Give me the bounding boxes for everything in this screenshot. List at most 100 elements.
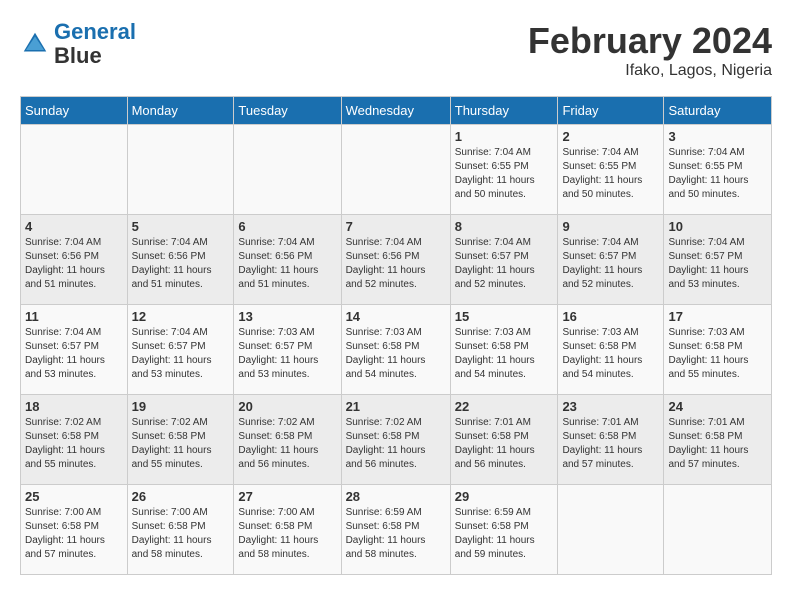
calendar-cell: 1 Sunrise: 7:04 AMSunset: 6:55 PMDaylight… xyxy=(450,125,558,215)
day-number: 1 xyxy=(455,129,554,144)
calendar-cell xyxy=(664,485,772,575)
day-number: 25 xyxy=(25,489,123,504)
day-number: 27 xyxy=(238,489,336,504)
day-info: Sunrise: 7:02 AMSunset: 6:58 PMDaylight:… xyxy=(132,416,230,472)
month-title: February 2024 xyxy=(528,20,772,62)
day-number: 22 xyxy=(455,399,554,414)
day-info: Sunrise: 7:02 AMSunset: 6:58 PMDaylight:… xyxy=(346,416,446,472)
day-info: Sunrise: 7:04 AMSunset: 6:55 PMDaylight:… xyxy=(562,146,659,202)
calendar-cell: 13Sunrise: 7:03 AMSunset: 6:57 PMDayligh… xyxy=(234,305,341,395)
day-info: Sunrise: 7:04 AMSunset: 6:57 PMDaylight:… xyxy=(455,236,554,292)
calendar-cell: 16Sunrise: 7:03 AMSunset: 6:58 PMDayligh… xyxy=(558,305,664,395)
location: Ifako, Lagos, Nigeria xyxy=(528,62,772,80)
day-info: Sunrise: 7:00 AMSunset: 6:58 PMDaylight:… xyxy=(25,506,123,562)
day-number: 14 xyxy=(346,309,446,324)
week-row-5: 25 Sunrise: 7:00 AMSunset: 6:58 PMDayligh… xyxy=(21,485,772,575)
title-block: February 2024 Ifako, Lagos, Nigeria xyxy=(528,20,772,80)
day-info: Sunrise: 7:04 AMSunset: 6:55 PMDaylight:… xyxy=(455,146,554,202)
calendar-cell: 21 Sunrise: 7:02 AMSunset: 6:58 PMDayligh… xyxy=(341,395,450,485)
day-info: Sunrise: 7:04 AMSunset: 6:57 PMDaylight:… xyxy=(562,236,659,292)
calendar-cell: 18 Sunrise: 7:02 AMSunset: 6:58 PMDayligh… xyxy=(21,395,128,485)
calendar-cell: 22 Sunrise: 7:01 AMSunset: 6:58 PMDayligh… xyxy=(450,395,558,485)
calendar-cell: 8 Sunrise: 7:04 AMSunset: 6:57 PMDaylight… xyxy=(450,215,558,305)
day-info: Sunrise: 7:04 AMSunset: 6:57 PMDaylight:… xyxy=(132,326,230,382)
calendar-cell: 28 Sunrise: 6:59 AMSunset: 6:58 PMDayligh… xyxy=(341,485,450,575)
day-number: 11 xyxy=(25,309,123,324)
calendar-cell: 25 Sunrise: 7:00 AMSunset: 6:58 PMDayligh… xyxy=(21,485,128,575)
day-number: 5 xyxy=(132,219,230,234)
weekday-header-thursday: Thursday xyxy=(450,97,558,125)
week-row-4: 18 Sunrise: 7:02 AMSunset: 6:58 PMDayligh… xyxy=(21,395,772,485)
day-number: 20 xyxy=(238,399,336,414)
day-info: Sunrise: 7:01 AMSunset: 6:58 PMDaylight:… xyxy=(668,416,767,472)
calendar-cell xyxy=(234,125,341,215)
day-number: 26 xyxy=(132,489,230,504)
day-info: Sunrise: 7:03 AMSunset: 6:57 PMDaylight:… xyxy=(238,326,336,382)
calendar-cell xyxy=(558,485,664,575)
calendar-cell: 17 Sunrise: 7:03 AMSunset: 6:58 PMDayligh… xyxy=(664,305,772,395)
calendar-cell: 29 Sunrise: 6:59 AMSunset: 6:58 PMDayligh… xyxy=(450,485,558,575)
weekday-header-friday: Friday xyxy=(558,97,664,125)
calendar-table: SundayMondayTuesdayWednesdayThursdayFrid… xyxy=(20,96,772,575)
calendar-cell: 5 Sunrise: 7:04 AMSunset: 6:56 PMDaylight… xyxy=(127,215,234,305)
calendar-cell: 11 Sunrise: 7:04 AMSunset: 6:57 PMDayligh… xyxy=(21,305,128,395)
day-info: Sunrise: 7:02 AMSunset: 6:58 PMDaylight:… xyxy=(25,416,123,472)
day-info: Sunrise: 7:01 AMSunset: 6:58 PMDaylight:… xyxy=(562,416,659,472)
day-number: 19 xyxy=(132,399,230,414)
day-number: 7 xyxy=(346,219,446,234)
calendar-cell: 15 Sunrise: 7:03 AMSunset: 6:58 PMDayligh… xyxy=(450,305,558,395)
calendar-cell: 27Sunrise: 7:00 AMSunset: 6:58 PMDayligh… xyxy=(234,485,341,575)
day-number: 6 xyxy=(238,219,336,234)
day-info: Sunrise: 7:03 AMSunset: 6:58 PMDaylight:… xyxy=(668,326,767,382)
logo: GeneralBlue xyxy=(20,20,136,68)
day-info: Sunrise: 7:01 AMSunset: 6:58 PMDaylight:… xyxy=(455,416,554,472)
day-number: 23 xyxy=(562,399,659,414)
calendar-cell: 3 Sunrise: 7:04 AMSunset: 6:55 PMDaylight… xyxy=(664,125,772,215)
calendar-cell xyxy=(127,125,234,215)
day-info: Sunrise: 7:04 AMSunset: 6:56 PMDaylight:… xyxy=(346,236,446,292)
weekday-header-saturday: Saturday xyxy=(664,97,772,125)
day-number: 17 xyxy=(668,309,767,324)
calendar-cell: 23 Sunrise: 7:01 AMSunset: 6:58 PMDayligh… xyxy=(558,395,664,485)
day-number: 2 xyxy=(562,129,659,144)
day-info: Sunrise: 7:04 AMSunset: 6:56 PMDaylight:… xyxy=(238,236,336,292)
day-number: 3 xyxy=(668,129,767,144)
day-info: Sunrise: 7:03 AMSunset: 6:58 PMDaylight:… xyxy=(455,326,554,382)
day-number: 28 xyxy=(346,489,446,504)
calendar-cell: 20 Sunrise: 7:02 AMSunset: 6:58 PMDayligh… xyxy=(234,395,341,485)
calendar-cell xyxy=(341,125,450,215)
day-info: Sunrise: 7:04 AMSunset: 6:57 PMDaylight:… xyxy=(668,236,767,292)
weekday-header-sunday: Sunday xyxy=(21,97,128,125)
day-number: 10 xyxy=(668,219,767,234)
calendar-cell: 9 Sunrise: 7:04 AMSunset: 6:57 PMDaylight… xyxy=(558,215,664,305)
calendar-cell: 2 Sunrise: 7:04 AMSunset: 6:55 PMDaylight… xyxy=(558,125,664,215)
day-info: Sunrise: 7:00 AMSunset: 6:58 PMDaylight:… xyxy=(132,506,230,562)
day-info: Sunrise: 7:04 AMSunset: 6:56 PMDaylight:… xyxy=(25,236,123,292)
week-row-2: 4Sunrise: 7:04 AMSunset: 6:56 PMDaylight… xyxy=(21,215,772,305)
day-info: Sunrise: 6:59 AMSunset: 6:58 PMDaylight:… xyxy=(455,506,554,562)
day-info: Sunrise: 7:04 AMSunset: 6:57 PMDaylight:… xyxy=(25,326,123,382)
calendar-cell: 12 Sunrise: 7:04 AMSunset: 6:57 PMDayligh… xyxy=(127,305,234,395)
calendar-cell: 7 Sunrise: 7:04 AMSunset: 6:56 PMDaylight… xyxy=(341,215,450,305)
day-info: Sunrise: 7:02 AMSunset: 6:58 PMDaylight:… xyxy=(238,416,336,472)
day-info: Sunrise: 6:59 AMSunset: 6:58 PMDaylight:… xyxy=(346,506,446,562)
day-number: 9 xyxy=(562,219,659,234)
day-number: 8 xyxy=(455,219,554,234)
calendar-cell: 6 Sunrise: 7:04 AMSunset: 6:56 PMDaylight… xyxy=(234,215,341,305)
weekday-header-wednesday: Wednesday xyxy=(341,97,450,125)
day-info: Sunrise: 7:04 AMSunset: 6:56 PMDaylight:… xyxy=(132,236,230,292)
calendar-cell: 26 Sunrise: 7:00 AMSunset: 6:58 PMDayligh… xyxy=(127,485,234,575)
day-number: 29 xyxy=(455,489,554,504)
day-number: 24 xyxy=(668,399,767,414)
calendar-cell xyxy=(21,125,128,215)
day-number: 21 xyxy=(346,399,446,414)
day-info: Sunrise: 7:04 AMSunset: 6:55 PMDaylight:… xyxy=(668,146,767,202)
day-number: 18 xyxy=(25,399,123,414)
day-number: 15 xyxy=(455,309,554,324)
logo-text: GeneralBlue xyxy=(54,20,136,68)
day-info: Sunrise: 7:03 AMSunset: 6:58 PMDaylight:… xyxy=(562,326,659,382)
week-row-1: 1 Sunrise: 7:04 AMSunset: 6:55 PMDaylight… xyxy=(21,125,772,215)
calendar-cell: 14Sunrise: 7:03 AMSunset: 6:58 PMDayligh… xyxy=(341,305,450,395)
day-number: 12 xyxy=(132,309,230,324)
calendar-cell: 10 Sunrise: 7:04 AMSunset: 6:57 PMDayligh… xyxy=(664,215,772,305)
